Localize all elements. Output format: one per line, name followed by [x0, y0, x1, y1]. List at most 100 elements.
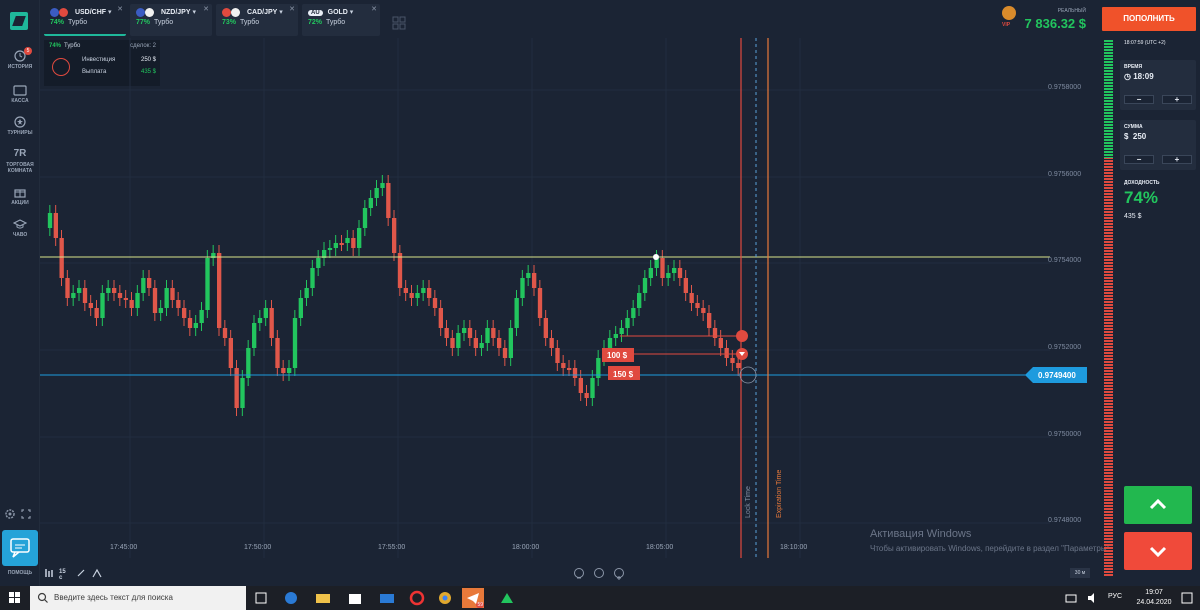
- time-plus-button[interactable]: +: [1162, 95, 1192, 104]
- zoom-out-button[interactable]: [574, 568, 584, 579]
- account-balance[interactable]: VIP РЕАЛЬНЫЙ 7 836.32 $: [1000, 4, 1092, 32]
- candle-body: [695, 303, 700, 308]
- price-chart[interactable]: Lock Time Expiration Time 100 $ 150 $ 0.…: [40, 38, 1102, 568]
- zoom-in-button[interactable]: [614, 568, 624, 580]
- file-explorer-icon[interactable]: [312, 588, 334, 608]
- candle-body: [497, 338, 502, 348]
- candle-body: [59, 238, 64, 278]
- candle-body: [724, 348, 729, 358]
- candle-body: [502, 348, 508, 358]
- candle-body: [660, 258, 665, 278]
- network-icon[interactable]: [1060, 588, 1082, 608]
- account-type: РЕАЛЬНЫЙ: [1057, 8, 1086, 14]
- candle-body: [625, 318, 630, 328]
- sidebar-item-tournaments[interactable]: ТУРНИРЫ: [0, 116, 40, 136]
- time-minus-button[interactable]: −: [1124, 95, 1154, 104]
- help-button[interactable]: ПОМОЩЬ: [2, 530, 38, 576]
- volume-icon[interactable]: [1082, 588, 1104, 608]
- notifications-icon[interactable]: [1176, 588, 1198, 608]
- candle-body: [199, 310, 204, 323]
- tab-gold[interactable]: AU GOLD ▾ ✕ 72% Турбо: [302, 4, 380, 36]
- gold-icon: AU: [308, 10, 323, 16]
- candle-body: [106, 288, 111, 293]
- reset-zoom-button[interactable]: [594, 568, 604, 578]
- candle-body: [380, 183, 385, 188]
- edge-browser-icon[interactable]: [280, 588, 302, 608]
- tournament-icon: [13, 116, 27, 128]
- task-view-icon[interactable]: [250, 588, 272, 608]
- tab-mode: Турбо: [154, 19, 174, 27]
- windows-activation-title: Активация Windows: [870, 528, 972, 540]
- windows-start-icon[interactable]: [0, 586, 30, 610]
- fullscreen-icon[interactable]: [20, 508, 32, 520]
- app-logo[interactable]: [10, 12, 28, 30]
- tab-pair: CAD/JPY: [246, 9, 278, 16]
- settings-icon[interactable]: [4, 508, 16, 520]
- trade-marker-1[interactable]: [736, 330, 748, 342]
- amount-value[interactable]: 250: [1133, 132, 1146, 141]
- close-icon[interactable]: ✕: [117, 5, 123, 13]
- store-icon[interactable]: [344, 588, 366, 608]
- amount-plus-button[interactable]: +: [1162, 155, 1192, 164]
- chart-zoom-selector[interactable]: 30 м: [1070, 568, 1090, 578]
- candle-body: [345, 238, 350, 243]
- tab-pair: NZD/JPY: [160, 9, 191, 16]
- current-price-value: 0.9749400: [1038, 371, 1076, 380]
- opera-icon[interactable]: [406, 588, 428, 608]
- tab-nzd-jpy[interactable]: NZD/JPY ▾ ✕ 77% Турбо: [130, 4, 212, 36]
- candle-body: [444, 328, 449, 338]
- sidebar-item-faq[interactable]: ЧАВО: [0, 218, 40, 238]
- candle-body: [386, 183, 391, 218]
- candles-type-icon[interactable]: [44, 568, 54, 578]
- close-icon[interactable]: ✕: [289, 5, 295, 13]
- clock-date: 24.04.2020: [1136, 599, 1172, 606]
- sidebar-item-trading-room[interactable]: 7R ТОРГОВАЯ КОМНАТА: [0, 148, 40, 174]
- indicators-icon[interactable]: [92, 568, 102, 578]
- tab-pct: 73%: [222, 19, 237, 27]
- call-up-button[interactable]: [1124, 486, 1192, 524]
- trading-app-icon[interactable]: [496, 588, 518, 608]
- sidebar-item-promotions[interactable]: АКЦИИ: [0, 186, 40, 206]
- candle-body: [228, 338, 233, 368]
- sidebar-item-cashier[interactable]: КАССА: [0, 84, 40, 104]
- put-down-button[interactable]: [1124, 532, 1192, 570]
- candle-body: [485, 328, 490, 343]
- taskbar-search-input[interactable]: Введите здесь текст для поиска: [30, 586, 246, 610]
- candle-body: [362, 208, 368, 228]
- candle-body: [240, 378, 245, 408]
- candle-body: [281, 368, 286, 373]
- language-indicator[interactable]: РУС: [1108, 593, 1122, 600]
- price-tick: 0.9750000: [1048, 431, 1082, 438]
- sidebar-item-history[interactable]: 5 ИСТОРИЯ: [0, 47, 40, 70]
- candle-body: [310, 268, 315, 288]
- deposit-button[interactable]: ПОПОЛНИТЬ: [1102, 7, 1196, 31]
- timeframe-selector[interactable]: 15 с: [59, 569, 66, 581]
- candle-body: [123, 298, 128, 300]
- amount-selector[interactable]: СУММА $ 250 − +: [1120, 120, 1196, 170]
- close-icon[interactable]: ✕: [371, 5, 377, 13]
- candle-body: [158, 308, 163, 313]
- close-icon[interactable]: ✕: [203, 5, 209, 13]
- candle-body: [112, 288, 117, 293]
- candle-body: [631, 308, 636, 318]
- candle-body: [637, 293, 642, 308]
- candle-body: [182, 308, 187, 318]
- sidebar-item-label: ЧАВО: [12, 232, 28, 238]
- taskbar-clock[interactable]: 19:07 24.04.2020: [1134, 588, 1174, 608]
- telegram-icon[interactable]: 59: [462, 588, 484, 608]
- layout-grid-icon[interactable]: [392, 16, 406, 30]
- candle-body: [275, 338, 280, 368]
- candle-body: [432, 298, 438, 308]
- arrow-up-icon: [1149, 498, 1167, 510]
- time-selector[interactable]: ВРЕМЯ ◷ 18:09 − +: [1120, 60, 1196, 110]
- pencil-icon[interactable]: [76, 568, 86, 578]
- tab-cad-jpy[interactable]: CAD/JPY ▾ ✕ 73% Турбо: [216, 4, 298, 36]
- clock-time: 19:07: [1145, 589, 1163, 596]
- tab-usd-chf[interactable]: USD/CHF ▾ ✕ 74% Турбо: [44, 4, 126, 36]
- candle-body: [217, 253, 222, 328]
- amount-minus-button[interactable]: −: [1124, 155, 1154, 164]
- time-tick: 18:05:00: [646, 544, 674, 551]
- mail-icon[interactable]: [376, 588, 398, 608]
- trade-amount-1: 100 $: [607, 351, 628, 360]
- chrome-icon[interactable]: [434, 588, 456, 608]
